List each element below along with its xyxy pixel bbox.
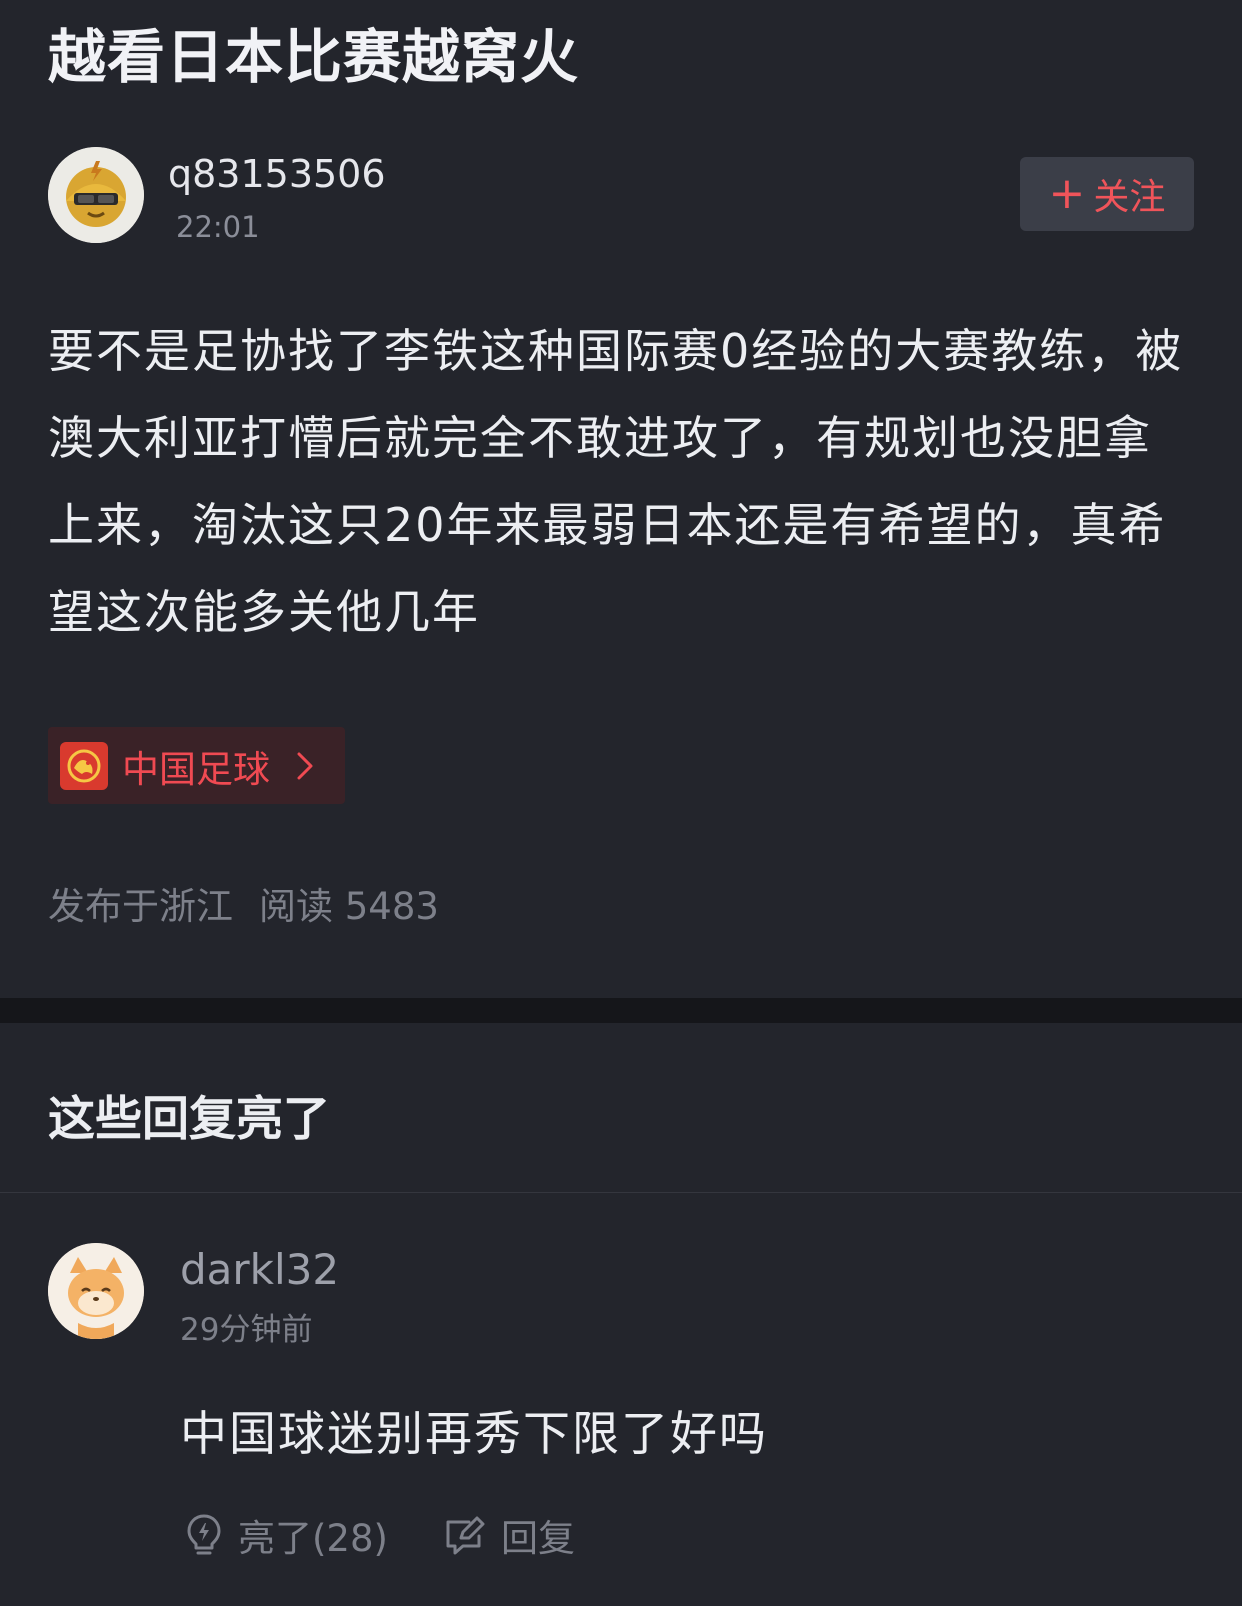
topic-label: 中国足球 — [122, 747, 270, 791]
comment-time: 29分钟前 — [180, 1312, 313, 1348]
post-location: 发布于浙江 — [48, 885, 233, 928]
author-avatar[interactable] — [48, 147, 144, 243]
commenter-avatar[interactable] — [48, 1243, 144, 1339]
author-username[interactable]: q83153506 — [168, 152, 386, 196]
reply-label: 回复 — [501, 1517, 575, 1560]
commenter-username[interactable]: darkl32 — [180, 1245, 339, 1294]
like-label: 亮了(28) — [238, 1517, 388, 1560]
reply-icon — [446, 1516, 485, 1555]
follow-label: 关注 — [1093, 177, 1166, 218]
chevron-right-icon — [297, 752, 313, 779]
dragon-icon — [60, 741, 108, 790]
highlights-title: 这些回复亮了 — [48, 1092, 330, 1147]
avatar-fox-image — [48, 1243, 144, 1339]
topic-tag[interactable]: 中国足球 — [48, 727, 345, 804]
read-count: 阅读 5483 — [259, 885, 439, 928]
like-button[interactable]: 亮了(28) — [184, 1508, 388, 1562]
plus-icon: + — [1048, 168, 1086, 219]
section-divider — [0, 998, 1242, 1023]
comment-text: 中国球迷别再秀下限了好吗 — [180, 1407, 768, 1462]
divider — [0, 1192, 1242, 1193]
post-body: 要不是足协找了李铁这种国际赛0经验的大赛教练，被澳大利亚打懵后就完全不敢进攻了，… — [48, 324, 1184, 639]
post-time: 22:01 — [176, 210, 260, 244]
post-title: 越看日本比赛越窝火 — [48, 23, 580, 91]
post-meta: 发布于浙江 阅读 5483 — [48, 876, 439, 930]
lightbulb-icon — [187, 1514, 221, 1555]
avatar-helmet-image — [48, 147, 144, 243]
follow-button[interactable]: + 关注 — [1020, 157, 1194, 231]
reply-button[interactable]: 回复 — [443, 1508, 575, 1562]
